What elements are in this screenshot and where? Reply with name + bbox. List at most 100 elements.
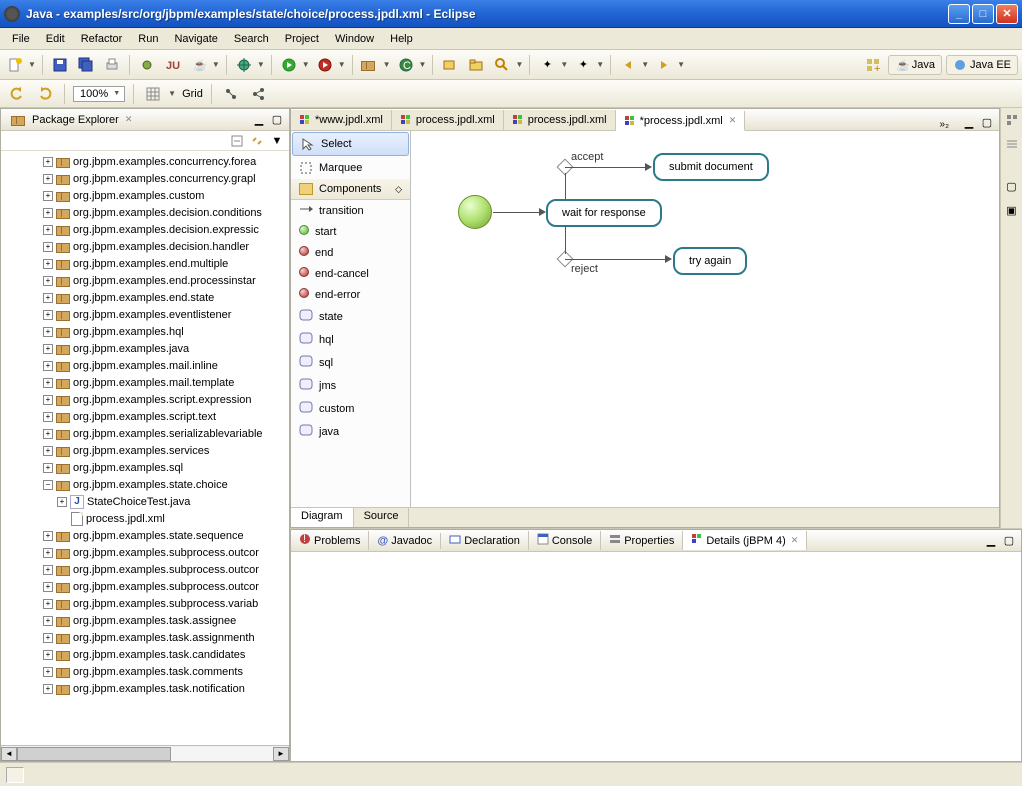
close-tab-icon[interactable]: ✕	[729, 115, 737, 126]
editor-tab[interactable]: process.jpdl.xml	[504, 110, 616, 130]
expand-icon[interactable]: +	[43, 582, 53, 592]
tree-node[interactable]: +org.jbpm.examples.services	[3, 442, 287, 459]
editor-tab[interactable]: *www.jpdl.xml	[291, 110, 392, 130]
palette-item-end[interactable]: end	[291, 242, 410, 263]
palette-item-custom[interactable]: custom	[291, 397, 410, 420]
expand-icon[interactable]: +	[43, 446, 53, 456]
print-button[interactable]	[101, 54, 123, 76]
new-package-dropdown[interactable]: ▼	[383, 60, 391, 69]
palette-item-transition[interactable]: transition	[291, 200, 410, 221]
expand-icon[interactable]: +	[43, 174, 53, 184]
java-button[interactable]: ☕	[188, 54, 210, 76]
run-last-dropdown[interactable]: ▼	[338, 60, 346, 69]
new-class-dropdown[interactable]: ▼	[419, 60, 427, 69]
menu-window[interactable]: Window	[327, 31, 382, 47]
menu-refactor[interactable]: Refactor	[73, 31, 131, 47]
tree-node[interactable]: +org.jbpm.examples.decision.handler	[3, 238, 287, 255]
tree-node[interactable]: +org.jbpm.examples.task.notification	[3, 680, 287, 697]
scroll-left-icon[interactable]: ◄	[1, 747, 17, 761]
palette-select[interactable]: Select	[292, 132, 409, 156]
layout-button[interactable]	[220, 83, 242, 105]
trim-outline-icon[interactable]	[1004, 112, 1020, 128]
tree-node[interactable]: +org.jbpm.examples.serializablevariable	[3, 425, 287, 442]
trim-item4-icon[interactable]: ▣	[1004, 202, 1020, 218]
tree-node[interactable]: +org.jbpm.examples.subprocess.outcor	[3, 544, 287, 561]
expand-icon[interactable]: +	[43, 276, 53, 286]
collapse-icon[interactable]: −	[43, 480, 53, 490]
run-button[interactable]	[278, 54, 300, 76]
horizontal-scrollbar[interactable]: ◄ ►	[1, 745, 289, 761]
forward-button[interactable]	[653, 54, 675, 76]
new-package-button[interactable]	[359, 54, 381, 76]
run-dropdown[interactable]: ▼	[302, 60, 310, 69]
tree-node[interactable]: +org.jbpm.examples.script.expression	[3, 391, 287, 408]
palette-section-components[interactable]: Components◇	[291, 179, 410, 200]
editor-tab[interactable]: process.jpdl.xml	[392, 110, 504, 130]
scroll-right-icon[interactable]: ►	[273, 747, 289, 761]
nav-annotation-button[interactable]: ✦	[536, 54, 558, 76]
run-last-button[interactable]	[314, 54, 336, 76]
tree-node[interactable]: +org.jbpm.examples.sql	[3, 459, 287, 476]
expand-icon[interactable]: +	[43, 225, 53, 235]
tree-node[interactable]: +org.jbpm.examples.script.text	[3, 408, 287, 425]
tree-node[interactable]: −org.jbpm.examples.state.choice	[3, 476, 287, 493]
expand-icon[interactable]: +	[43, 429, 53, 439]
minimize-button[interactable]: _	[948, 4, 970, 24]
search-button[interactable]	[491, 54, 513, 76]
palette-marquee[interactable]: Marquee	[291, 157, 410, 179]
tree-node[interactable]: +org.jbpm.examples.decision.expressic	[3, 221, 287, 238]
tree-node[interactable]: +org.jbpm.examples.subprocess.outcor	[3, 561, 287, 578]
tree-node[interactable]: +org.jbpm.examples.java	[3, 340, 287, 357]
bottom-tab-problems[interactable]: !Problems	[291, 531, 369, 550]
diagram-canvas[interactable]: wait for response accept submit document	[411, 131, 999, 507]
maximize-button[interactable]: □	[972, 4, 994, 24]
bottom-tab-declaration[interactable]: Declaration	[441, 531, 529, 550]
perspective-java[interactable]: ☕Java	[888, 55, 942, 75]
expand-icon[interactable]: +	[43, 327, 53, 337]
package-explorer-tab[interactable]: Package Explorer ✕	[5, 112, 138, 128]
new-button[interactable]	[4, 54, 26, 76]
diagram-tab[interactable]: Diagram	[291, 508, 354, 527]
maximize-view-icon[interactable]: ▢	[269, 112, 285, 128]
collapse-all-icon[interactable]	[229, 133, 245, 149]
new-dropdown[interactable]: ▼	[28, 60, 36, 69]
source-tab[interactable]: Source	[354, 508, 410, 527]
expand-icon[interactable]: +	[43, 616, 53, 626]
tree-node[interactable]: process.jpdl.xml	[3, 510, 287, 527]
try-again-node[interactable]: try again	[673, 247, 747, 275]
maximize-view-icon[interactable]: ▢	[1001, 533, 1017, 549]
menu-navigate[interactable]: Navigate	[166, 31, 225, 47]
bottom-tab-properties[interactable]: Properties	[601, 531, 683, 550]
junit-icon[interactable]: JU	[162, 54, 184, 76]
trim-item3-icon[interactable]: ▢	[1004, 178, 1020, 194]
expand-icon[interactable]: +	[43, 293, 53, 303]
expand-icon[interactable]: +	[43, 378, 53, 388]
palette-item-start[interactable]: start	[291, 221, 410, 242]
back-button[interactable]	[617, 54, 639, 76]
menu-run[interactable]: Run	[130, 31, 166, 47]
expand-icon[interactable]: +	[43, 463, 53, 473]
palette-item-hql[interactable]: hql	[291, 328, 410, 351]
tree-node[interactable]: +org.jbpm.examples.subprocess.outcor	[3, 578, 287, 595]
redo-button[interactable]	[34, 83, 56, 105]
status-indicator[interactable]	[6, 767, 24, 783]
expand-icon[interactable]: +	[43, 531, 53, 541]
expand-icon[interactable]: +	[43, 361, 53, 371]
bottom-tab-javadoc[interactable]: @Javadoc	[369, 533, 441, 549]
debug-dropdown[interactable]: ▼	[257, 60, 265, 69]
minimize-view-icon[interactable]: ▁	[983, 533, 999, 549]
expand-icon[interactable]: +	[43, 259, 53, 269]
close-button[interactable]: ✕	[996, 4, 1018, 24]
tree-node[interactable]: +org.jbpm.examples.end.multiple	[3, 255, 287, 272]
expand-icon[interactable]: +	[43, 667, 53, 677]
tree-node[interactable]: +org.jbpm.examples.mail.template	[3, 374, 287, 391]
tree-node[interactable]: +org.jbpm.examples.end.state	[3, 289, 287, 306]
palette-item-sql[interactable]: sql	[291, 351, 410, 374]
link-editor-icon[interactable]	[249, 133, 265, 149]
expand-icon[interactable]: +	[43, 157, 53, 167]
tree-node[interactable]: +org.jbpm.examples.eventlistener	[3, 306, 287, 323]
tree-node[interactable]: +org.jbpm.examples.concurrency.forea	[3, 153, 287, 170]
expand-icon[interactable]: +	[57, 497, 67, 507]
expand-icon[interactable]: +	[43, 599, 53, 609]
java-dropdown[interactable]: ▼	[212, 60, 220, 69]
